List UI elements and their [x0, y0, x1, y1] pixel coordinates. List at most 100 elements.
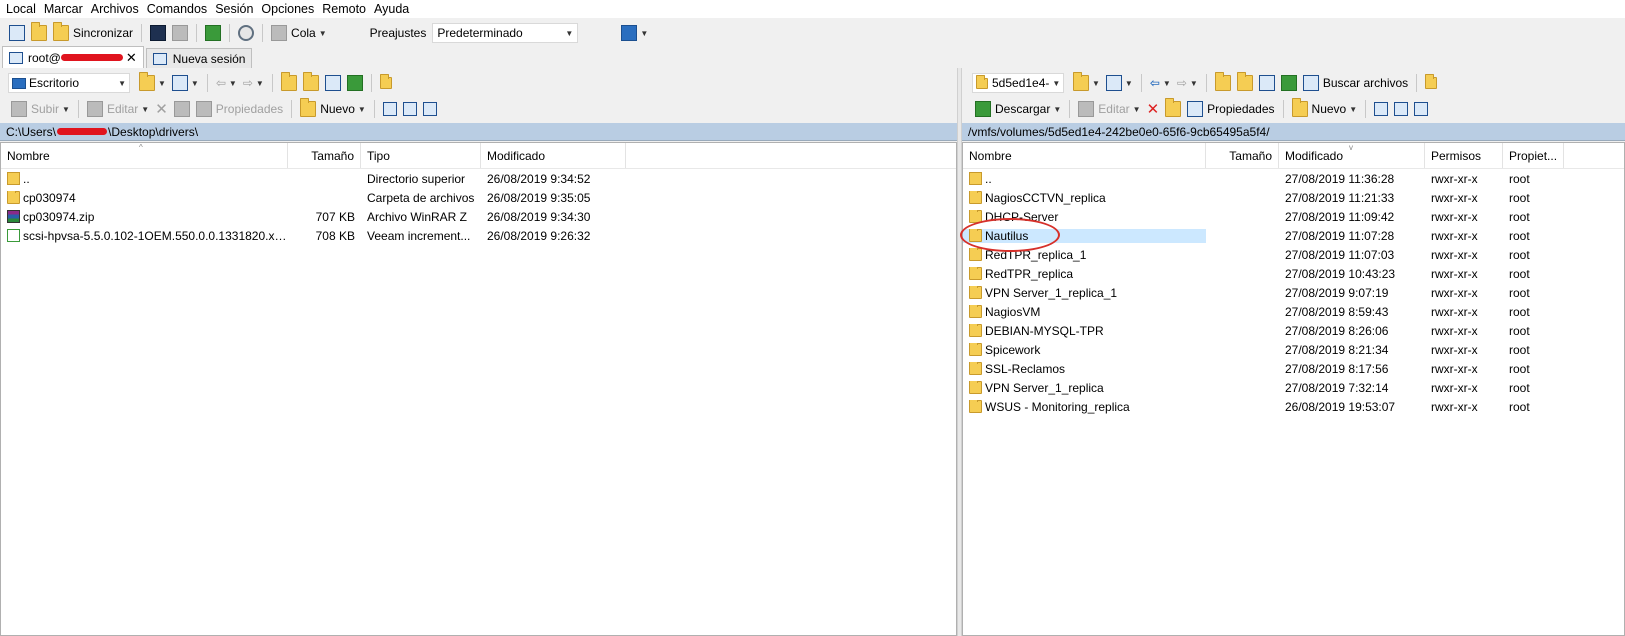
menu-item-7[interactable]: Ayuda — [374, 2, 409, 16]
local-rename-button[interactable] — [171, 98, 193, 120]
remote-file-row[interactable]: DHCP-Server 27/08/2019 11:09:42 rwxr-xr-x r… — [963, 207, 1624, 226]
local-filter-select-button[interactable] — [420, 98, 440, 120]
remote-file-row[interactable]: VPN Server_1_replica 27/08/2019 7:32:14 rw… — [963, 378, 1624, 397]
transfer-settings-button[interactable]: ▼ — [618, 22, 651, 44]
tab-session-root[interactable]: root@ ✕ — [2, 46, 144, 68]
col-type-header[interactable]: Tipo — [361, 143, 481, 168]
col-name-header[interactable]: Nombre — [963, 143, 1206, 168]
local-path-bar[interactable]: C:\Users\ \Desktop\drivers\ — [0, 123, 957, 141]
remote-file-row[interactable]: Spicework 27/08/2019 8:21:34 rwxr-xr-x root — [963, 340, 1624, 359]
remote-home-button[interactable] — [1256, 72, 1278, 94]
local-unselect-button[interactable] — [400, 98, 420, 120]
keep-remote-up-to-date-button[interactable] — [202, 22, 224, 44]
remote-edit-button[interactable]: Editar ▼ — [1075, 98, 1143, 120]
menu-item-6[interactable]: Remoto — [322, 2, 366, 16]
local-root-dir-button[interactable] — [300, 72, 322, 94]
local-file-row[interactable]: scsi-hpvsa-5.5.0.102-1OEM.550.0.0.133182… — [1, 226, 956, 245]
local-refresh-button[interactable] — [344, 72, 366, 94]
open-terminal-button[interactable] — [147, 22, 169, 44]
remote-open-directory-button[interactable]: ▼ — [1070, 72, 1103, 94]
col-modified-header[interactable]: Modificado — [481, 143, 626, 168]
new-folder-icon — [1291, 98, 1308, 117]
remote-rename-button[interactable] — [1162, 98, 1184, 120]
col-modified-header[interactable]: Modificado v — [1279, 143, 1425, 168]
local-file-row[interactable]: .. Directorio superior 26/08/2019 9:34:52 — [1, 169, 956, 188]
local-back-button[interactable]: ⇦ ▼ — [213, 72, 240, 94]
remote-file-row[interactable]: .. 27/08/2019 11:36:28 rwxr-xr-x root — [963, 169, 1624, 188]
remote-file-row[interactable]: WSUS - Monitoring_replica 26/08/2019 19:5… — [963, 397, 1624, 416]
remote-file-row[interactable]: RedTPR_replica_1 27/08/2019 11:07:03 rwxr-… — [963, 245, 1624, 264]
menu-item-5[interactable]: Opciones — [261, 2, 314, 16]
local-delete-button[interactable]: ✕ — [152, 98, 171, 120]
transfer-settings-icon — [621, 25, 638, 41]
col-size-header[interactable]: Tamaño — [288, 143, 361, 168]
remote-refresh-button[interactable] — [1278, 72, 1300, 94]
local-file-row[interactable]: cp030974 Carpeta de archivos 26/08/2019 9:… — [1, 188, 956, 207]
remote-filter-select-button[interactable] — [1411, 98, 1431, 120]
find-files-button[interactable]: Buscar archivos — [1300, 72, 1411, 94]
remote-actions-toolbar: Descargar ▼ Editar ▼ ✕ Propiedades Nuevo ▼ — [962, 96, 1625, 122]
remote-file-row[interactable]: NagiosCCTVN_replica 27/08/2019 11:21:33 rw… — [963, 188, 1624, 207]
col-permissions-header[interactable]: Permisos — [1425, 143, 1503, 168]
local-location-dropdown[interactable]: Escritorio ▼ — [8, 73, 130, 93]
queue-button[interactable]: Cola ▼ — [268, 22, 330, 44]
remote-file-list[interactable]: Nombre Tamaño Modificado v Permisos Propi… — [960, 142, 1625, 636]
preferences-button[interactable] — [235, 22, 257, 44]
tab-new-session[interactable]: Nueva sesión — [145, 48, 253, 68]
local-tree-toggle-button[interactable] — [377, 72, 395, 94]
remote-delete-button[interactable]: ✕ — [1144, 98, 1163, 120]
remote-new-button[interactable]: Nuevo ▼ — [1289, 98, 1361, 120]
local-forward-button[interactable]: ⇨ ▼ — [240, 72, 267, 94]
remote-root-dir-button[interactable] — [1234, 72, 1256, 94]
synchronize-button[interactable]: Sincronizar — [50, 22, 136, 44]
synchronize-browsing-button[interactable] — [28, 22, 50, 44]
local-select-all-button[interactable] — [380, 98, 400, 120]
new-session-icon — [152, 52, 167, 65]
remote-properties-button[interactable]: Propiedades — [1184, 98, 1277, 120]
download-button[interactable]: Descargar ▼ — [972, 98, 1064, 120]
open-putty-button[interactable] — [169, 22, 191, 44]
remote-file-row[interactable]: VPN Server_1_replica_1 27/08/2019 9:07:19… — [963, 283, 1624, 302]
remote-unselect-button[interactable] — [1391, 98, 1411, 120]
file-type: Carpeta de archivos — [367, 190, 475, 205]
remote-file-row[interactable]: Nautilus 27/08/2019 11:07:28 rwxr-xr-x root — [963, 226, 1624, 245]
file-name-cell: VPN Server_1_replica_1 — [963, 285, 1206, 300]
local-file-list[interactable]: Nombre ^ Tamaño Tipo Modificado .. Directo… — [0, 142, 957, 636]
remote-file-row[interactable]: RedTPR_replica 27/08/2019 10:43:23 rwxr-xr… — [963, 264, 1624, 283]
local-edit-button[interactable]: Editar ▼ — [84, 98, 152, 120]
menu-item-3[interactable]: Comandos — [147, 2, 207, 16]
remote-filter-button[interactable]: ▼ — [1103, 72, 1136, 94]
upload-button[interactable]: Subir ▼ — [8, 98, 73, 120]
remote-file-row[interactable]: DEBIAN-MYSQL-TPR 27/08/2019 8:26:06 rwxr-x… — [963, 321, 1624, 340]
local-properties-button[interactable]: Propiedades — [193, 98, 286, 120]
local-home-button[interactable] — [322, 72, 344, 94]
remote-forward-button[interactable]: ⇨ ▼ — [1174, 72, 1201, 94]
local-file-row[interactable]: cp030974.zip 707 KB Archivo WinRAR Z 26/08/… — [1, 207, 956, 226]
remote-file-row[interactable]: SSL-Reclamos 27/08/2019 8:17:56 rwxr-xr-x r… — [963, 359, 1624, 378]
file-size: 707 KB — [315, 209, 355, 224]
remote-select-all-button[interactable] — [1371, 98, 1391, 120]
presets-dropdown[interactable]: Predeterminado ▼ — [432, 23, 579, 43]
menu-item-2[interactable]: Archivos — [91, 2, 139, 16]
menu-item-1[interactable]: Marcar — [44, 2, 83, 16]
remote-path-bar[interactable]: /vmfs/volumes/5d5ed1e4-242be0e0-65f6-9cb… — [962, 123, 1625, 141]
col-owner-header[interactable]: Propiet... — [1503, 143, 1564, 168]
sort-descending-icon: v — [1349, 143, 1353, 152]
remote-file-row[interactable]: NagiosVM 27/08/2019 8:59:43 rwxr-xr-x root — [963, 302, 1624, 321]
compare-directories-button[interactable] — [6, 22, 28, 44]
up-folder-icon — [969, 172, 982, 185]
col-size-header[interactable]: Tamaño — [1206, 143, 1279, 168]
local-filter-button[interactable]: ▼ — [169, 72, 202, 94]
menu-item-4[interactable]: Sesión — [215, 2, 253, 16]
remote-back-button[interactable]: ⇦ ▼ — [1147, 72, 1174, 94]
toolbar-separator — [1416, 74, 1418, 92]
close-icon[interactable]: ✕ — [126, 50, 137, 66]
local-new-button[interactable]: Nuevo ▼ — [297, 98, 369, 120]
menu-item-0[interactable]: Local — [6, 2, 36, 16]
remote-location-dropdown[interactable]: 5d5ed1e4- ▼ — [972, 73, 1064, 93]
remote-tree-toggle-button[interactable] — [1422, 72, 1440, 94]
remote-parent-dir-button[interactable] — [1212, 72, 1234, 94]
local-parent-dir-button[interactable] — [278, 72, 300, 94]
local-open-directory-button[interactable]: ▼ — [136, 72, 169, 94]
col-name-header[interactable]: Nombre ^ — [1, 143, 288, 168]
